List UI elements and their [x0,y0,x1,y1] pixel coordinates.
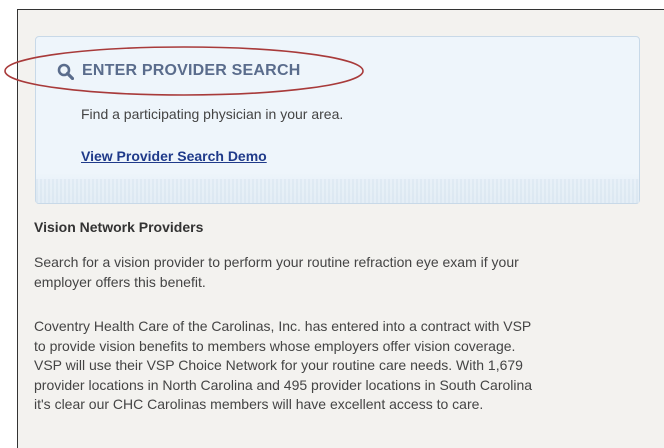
search-icon [57,63,75,80]
provider-search-description: Find a participating physician in your a… [81,106,344,122]
vision-network-heading: Vision Network Providers [34,219,204,235]
provider-search-heading[interactable]: ENTER PROVIDER SEARCH [57,59,300,83]
paragraph-line: to provide vision benefits to members wh… [34,337,516,354]
vision-paragraph-2: Coventry Health Care of the Carolinas, I… [34,317,634,415]
paragraph-line: employer offers this benefit. [34,273,206,290]
paragraph-line: Coventry Health Care of the Carolinas, I… [34,318,532,334]
view-provider-search-demo-link[interactable]: View Provider Search Demo [81,148,267,164]
paragraph-line: VSP will use their VSP Choice Network fo… [34,357,523,373]
paragraph-line: it's clear our CHC Carolinas members wil… [34,396,484,412]
paragraph-line: provider locations in North Carolina and… [34,376,533,393]
vision-paragraph-1: Search for a vision provider to perform … [34,253,634,292]
paragraph-line: Search for a vision provider to perform … [34,254,519,270]
provider-search-title: ENTER PROVIDER SEARCH [82,62,301,79]
panel-stripe [36,179,639,203]
